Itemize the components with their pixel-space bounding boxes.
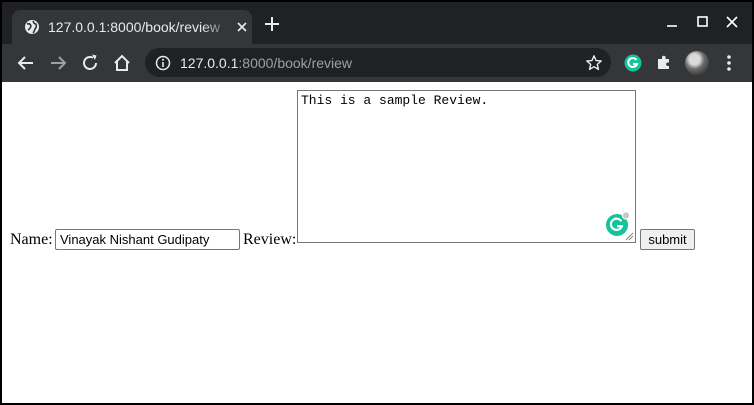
globe-icon	[25, 20, 39, 34]
url-path: :8000/book/review	[238, 55, 353, 71]
reload-icon[interactable]	[80, 53, 100, 73]
grammarly-extension-icon[interactable]	[623, 53, 643, 73]
name-input[interactable]	[55, 229, 240, 250]
review-textarea[interactable]: This is a sample Review.	[297, 90, 636, 243]
name-label: Name:	[10, 231, 53, 248]
close-window-icon[interactable]	[722, 14, 742, 30]
minimize-icon[interactable]	[662, 14, 682, 30]
puzzle-icon[interactable]	[654, 53, 674, 73]
back-arrow-icon[interactable]	[16, 53, 36, 73]
plus-icon[interactable]	[264, 16, 280, 32]
kebab-menu-icon[interactable]	[726, 54, 732, 72]
url-text: 127.0.0.1:8000/book/review	[180, 54, 352, 72]
info-icon[interactable]	[155, 55, 171, 71]
maximize-icon[interactable]	[692, 14, 712, 30]
active-tab[interactable]: 127.0.0.1:8000/book/review	[12, 10, 252, 44]
address-bar[interactable]: 127.0.0.1:8000/book/review	[145, 48, 611, 77]
tab-title-fade	[202, 16, 232, 38]
review-label: Review:	[243, 231, 297, 248]
page-content: Name: Review: This is a sample Review. s…	[2, 82, 752, 403]
avatar[interactable]	[685, 51, 709, 75]
forward-arrow-icon[interactable]	[48, 53, 68, 73]
resize-handle-icon[interactable]	[624, 231, 634, 241]
close-icon[interactable]	[234, 19, 250, 35]
tab-title: 127.0.0.1:8000/book/review	[48, 19, 221, 35]
browser-window: 127.0.0.1:8000/book/review 127.0.0.1:800…	[2, 2, 752, 403]
tab-strip: 127.0.0.1:8000/book/review	[2, 2, 752, 44]
star-icon[interactable]	[585, 54, 603, 72]
browser-toolbar: 127.0.0.1:8000/book/review	[2, 44, 752, 82]
submit-button[interactable]: submit	[640, 229, 695, 250]
home-icon[interactable]	[112, 53, 132, 73]
url-host: 127.0.0.1	[180, 55, 239, 71]
